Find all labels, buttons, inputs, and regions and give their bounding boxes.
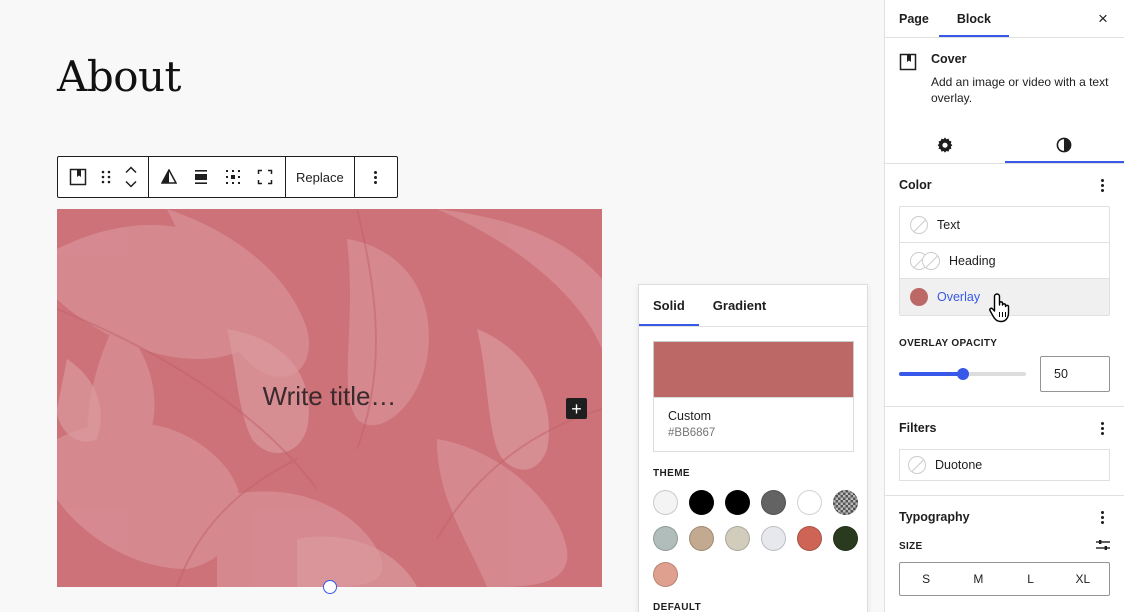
opacity-slider-fill [899, 372, 963, 376]
color-items: Text Heading Overlay [899, 206, 1110, 316]
color-item-label: Heading [949, 253, 996, 268]
size-label: SIZE [899, 540, 923, 552]
theme-color-swatch[interactable] [797, 490, 822, 515]
block-title: Cover [931, 52, 967, 66]
typography-panel: Typography SIZE S M L XL [885, 496, 1124, 596]
editor-canvas: About Replace Write title… + Solid Gradi… [0, 0, 884, 612]
color-item-label: Overlay [937, 290, 981, 304]
tab-page[interactable]: Page [889, 0, 939, 37]
chevron-up-icon[interactable] [125, 163, 137, 177]
block-card: Cover Add an image or video with a text … [885, 38, 1124, 116]
resize-handle[interactable] [323, 580, 337, 594]
color-item-heading[interactable]: Heading [900, 243, 1109, 279]
overlay-color-indicator-icon [910, 288, 928, 306]
opacity-number-input[interactable] [1040, 356, 1110, 392]
size-option-m[interactable]: M [952, 563, 1004, 595]
typography-options-icon[interactable] [1094, 507, 1110, 527]
tab-block[interactable]: Block [939, 0, 1009, 37]
opacity-slider-thumb[interactable] [956, 368, 969, 380]
page-title[interactable]: About [57, 52, 181, 101]
filters-options-icon[interactable] [1094, 418, 1110, 438]
replace-button[interactable]: Replace [286, 157, 354, 197]
theme-color-swatch[interactable] [761, 526, 786, 551]
theme-color-swatches [653, 490, 863, 587]
overlay-opacity-control [899, 356, 1110, 392]
filters-panel-header: Filters [899, 407, 1110, 449]
size-option-s[interactable]: S [900, 563, 952, 595]
empty-color-indicator-icon [908, 456, 926, 474]
fullscreen-icon[interactable] [249, 157, 281, 197]
custom-color-info[interactable]: Custom #BB6867 [653, 397, 854, 452]
custom-size-settings-icon[interactable] [1096, 539, 1110, 554]
cover-block[interactable]: Write title… + [57, 209, 602, 587]
color-type-tabs: Solid Gradient [639, 285, 867, 327]
default-colors-heading: DEFAULT [653, 602, 702, 612]
theme-color-swatch[interactable] [653, 490, 678, 515]
contrast-triangle-icon[interactable] [153, 157, 185, 197]
sidebar-tabs: Page Block × [885, 0, 1124, 38]
custom-color-preview[interactable] [653, 341, 854, 397]
close-icon[interactable]: × [1092, 8, 1114, 30]
overlay-opacity-label: OVERLAY OPACITY [899, 338, 998, 349]
theme-color-swatch[interactable] [653, 562, 678, 587]
settings-sidebar: Page Block × Cover Add an image or video… [884, 0, 1124, 612]
theme-color-swatch[interactable] [725, 526, 750, 551]
theme-color-swatch[interactable] [689, 526, 714, 551]
color-options-icon[interactable] [1094, 175, 1110, 195]
block-toolbar: Replace [57, 156, 398, 198]
color-panel-title: Color [899, 178, 932, 192]
toolbar-group-options [355, 157, 397, 197]
color-panel: Color Text Heading Overlay OVERLAY OPACI… [885, 164, 1124, 407]
cover-block-icon [899, 52, 919, 106]
typography-panel-header: Typography [899, 496, 1110, 538]
cover-title-placeholder[interactable]: Write title… [57, 381, 602, 412]
toolbar-group-replace: Replace [286, 157, 355, 197]
theme-color-swatch[interactable] [833, 490, 858, 515]
block-mover [118, 157, 144, 197]
size-option-xl[interactable]: XL [1057, 563, 1109, 595]
cover-block-icon[interactable] [62, 157, 94, 197]
dual-color-indicator-icon [910, 251, 940, 270]
font-size-picker: S M L XL [899, 562, 1110, 596]
add-block-button[interactable]: + [566, 398, 587, 419]
size-row: SIZE [899, 538, 1110, 554]
tab-solid[interactable]: Solid [639, 285, 699, 326]
align-center-icon[interactable] [185, 157, 217, 197]
theme-color-swatch[interactable] [689, 490, 714, 515]
toolbar-group-tools [149, 157, 286, 197]
position-grid-icon[interactable] [217, 157, 249, 197]
color-item-text[interactable]: Text [900, 207, 1109, 243]
color-panel-header: Color [899, 164, 1110, 206]
theme-color-swatch[interactable] [653, 526, 678, 551]
block-description: Add an image or video with a text overla… [931, 75, 1109, 105]
theme-color-swatch[interactable] [725, 490, 750, 515]
tab-gradient[interactable]: Gradient [699, 285, 780, 326]
opacity-slider[interactable] [899, 368, 1026, 380]
filters-panel-title: Filters [899, 421, 937, 435]
filters-panel: Filters Duotone [885, 407, 1124, 496]
color-picker-popover: Solid Gradient Custom #BB6867 THEME DEFA… [638, 284, 868, 612]
color-item-label: Text [937, 217, 960, 232]
theme-color-swatch[interactable] [833, 526, 858, 551]
inspector-tabs [885, 126, 1124, 164]
duotone-label: Duotone [935, 458, 983, 472]
styles-tab-contrast-icon[interactable] [1005, 126, 1124, 163]
chevron-down-icon[interactable] [125, 177, 137, 191]
empty-color-indicator-icon [910, 215, 928, 234]
size-option-l[interactable]: L [1005, 563, 1057, 595]
typography-panel-title: Typography [899, 510, 970, 524]
color-item-overlay[interactable]: Overlay [900, 279, 1109, 315]
duotone-item[interactable]: Duotone [899, 449, 1110, 481]
theme-color-swatch[interactable] [797, 526, 822, 551]
custom-color-label: Custom [668, 409, 712, 423]
theme-colors-heading: THEME [653, 468, 690, 479]
drag-handle-icon[interactable] [94, 157, 118, 197]
theme-color-swatch[interactable] [761, 490, 786, 515]
custom-color-hex: #BB6867 [668, 427, 716, 439]
toolbar-group-block [58, 157, 149, 197]
more-options-icon[interactable] [359, 157, 393, 197]
settings-tab-gear-icon[interactable] [885, 126, 1005, 163]
